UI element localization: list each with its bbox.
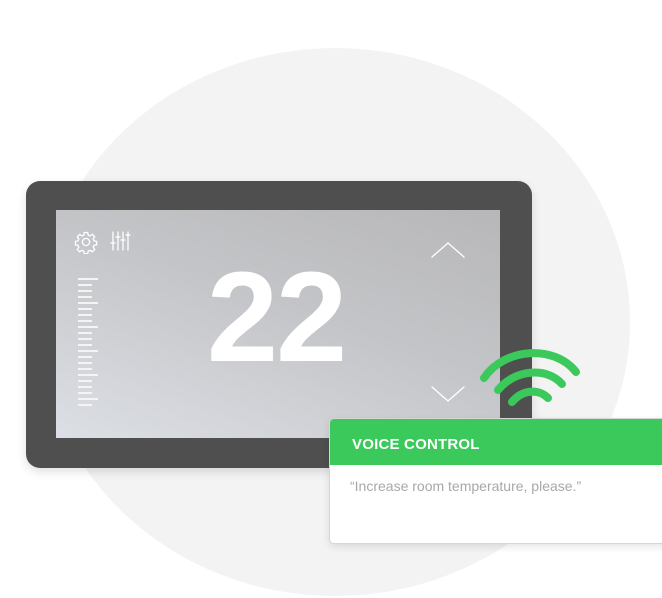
scale-tick <box>78 392 92 394</box>
scale-tick <box>78 278 98 280</box>
thermostat-screen: 22 <box>56 210 500 438</box>
temperature-scale <box>78 278 100 406</box>
scale-tick <box>78 320 92 322</box>
scale-tick <box>78 308 92 310</box>
voice-control-title: VOICE CONTROL <box>330 419 662 465</box>
gear-icon[interactable] <box>74 230 98 255</box>
scale-tick <box>78 284 92 286</box>
scale-tick <box>78 296 92 298</box>
scale-tick <box>78 290 92 292</box>
scale-tick <box>78 314 92 316</box>
sliders-icon[interactable] <box>108 229 132 253</box>
scale-tick <box>78 326 98 328</box>
scale-tick <box>78 404 92 406</box>
scale-tick <box>78 362 92 364</box>
chevron-down-icon[interactable] <box>430 384 466 404</box>
scale-tick <box>78 386 92 388</box>
scale-tick <box>78 356 92 358</box>
scale-tick <box>78 374 98 376</box>
scale-tick <box>78 338 92 340</box>
chevron-up-icon[interactable] <box>430 240 466 260</box>
scale-tick <box>78 398 98 400</box>
scale-tick <box>78 368 92 370</box>
voice-control-card: VOICE CONTROL “Increase room temperature… <box>329 418 662 544</box>
scale-tick <box>78 350 98 352</box>
wifi-signal-icon <box>476 344 584 408</box>
scale-tick <box>78 344 92 346</box>
scale-tick <box>78 380 92 382</box>
scale-tick <box>78 332 92 334</box>
scale-tick <box>78 302 98 304</box>
voice-command-text: “Increase room temperature, please.” <box>350 478 582 494</box>
temperature-display: 22 <box>206 246 347 389</box>
